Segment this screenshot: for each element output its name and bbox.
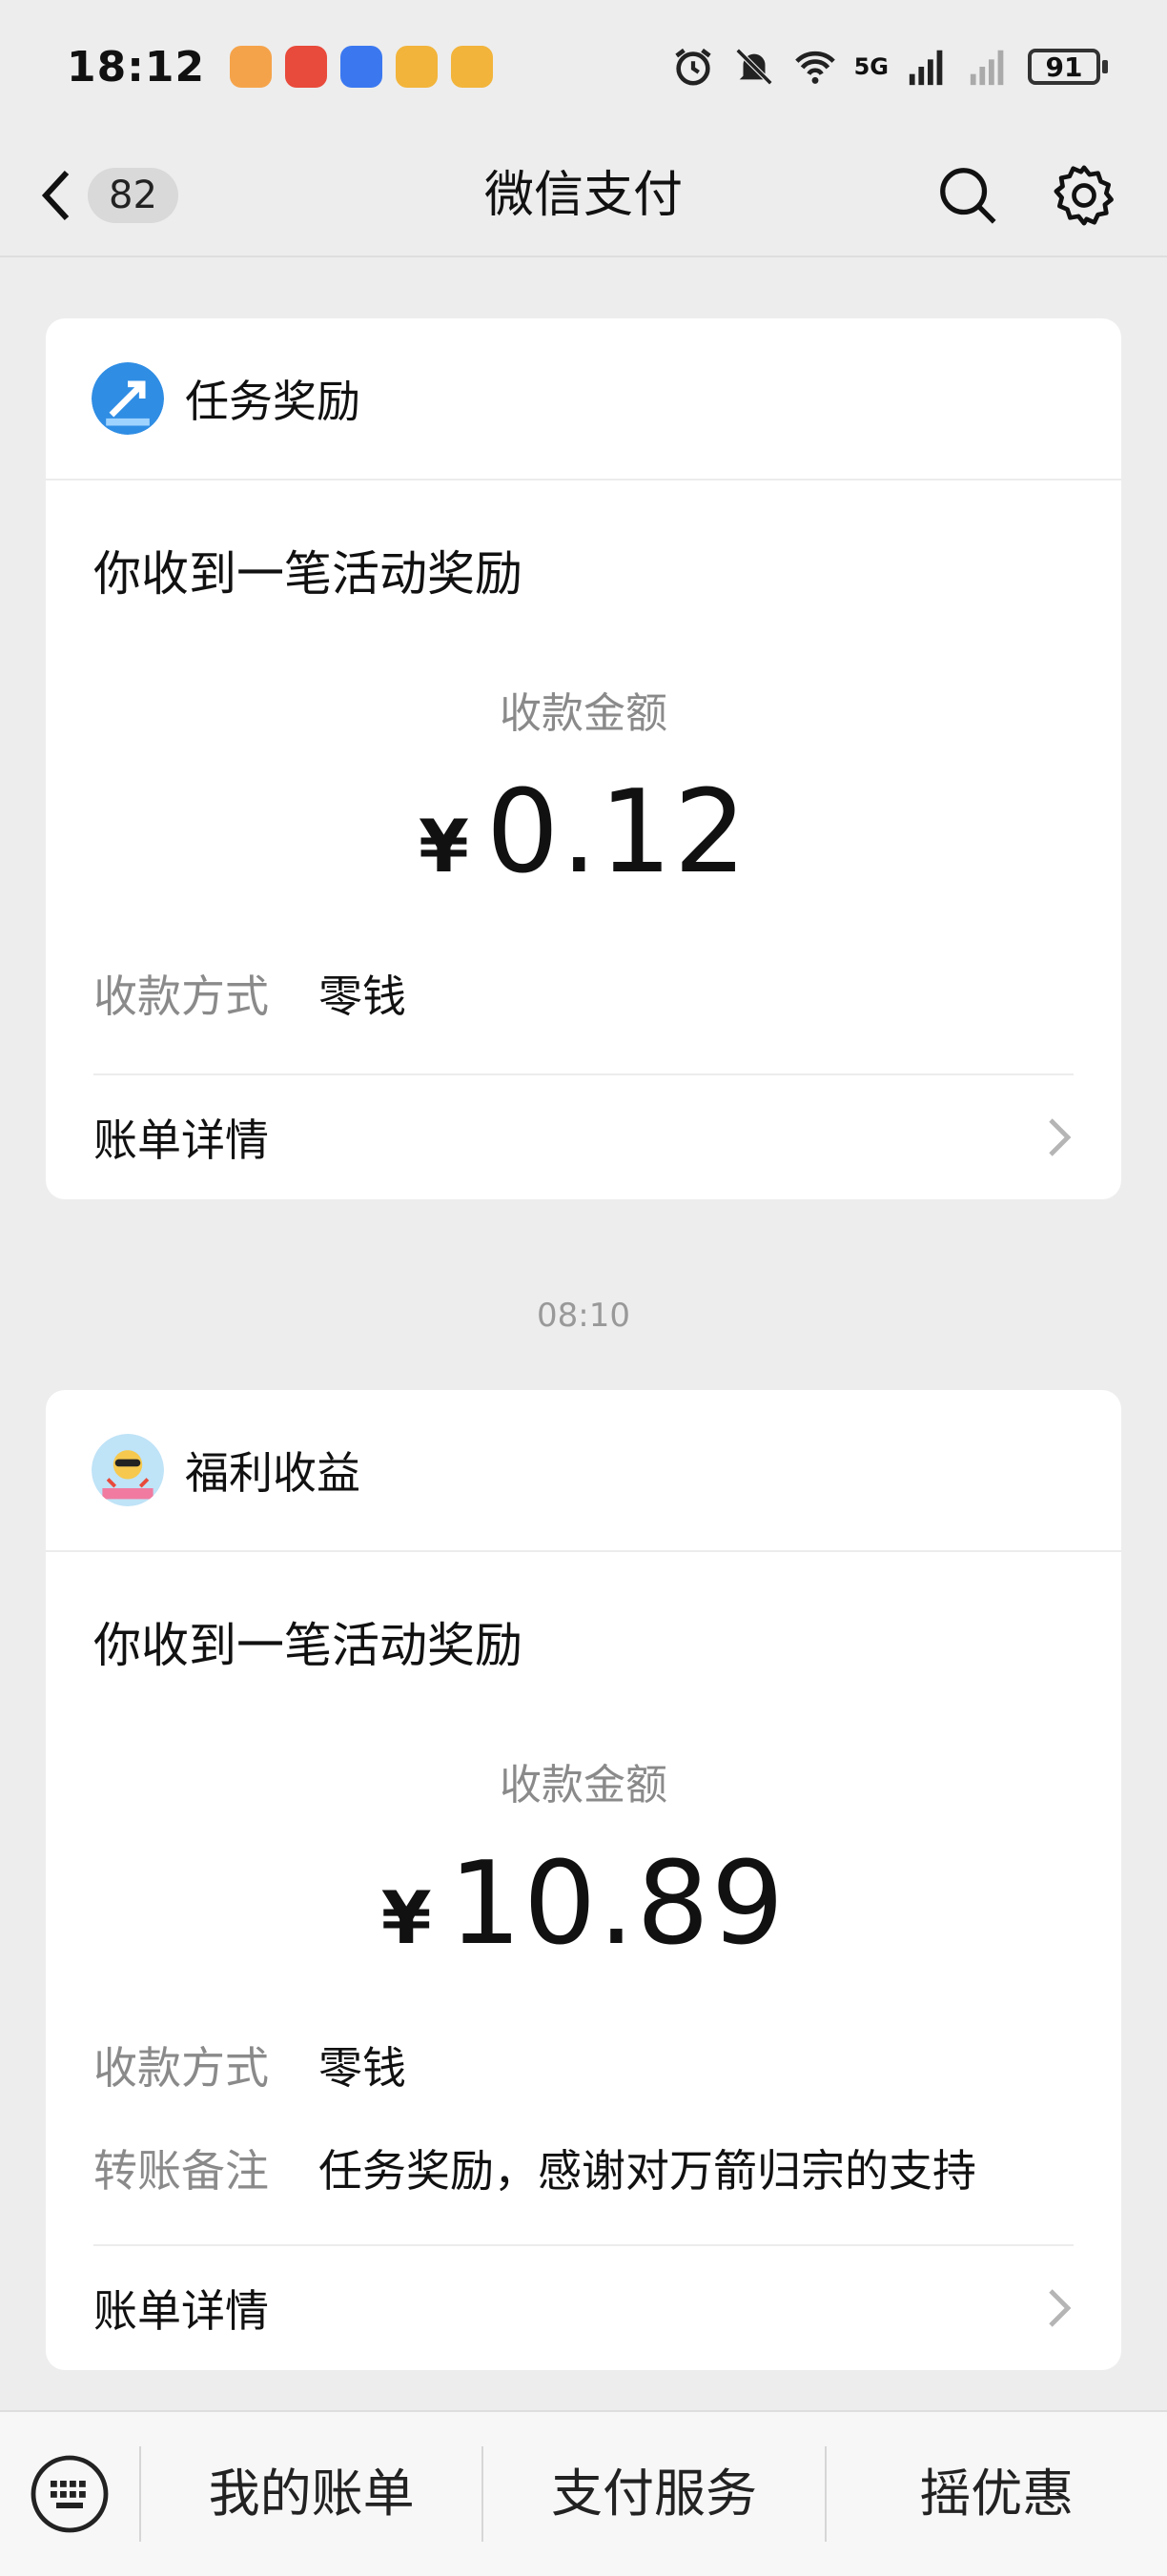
bottom-menu-bar: 我的账单 支付服务 摇优惠 <box>0 2410 1167 2576</box>
info-value: 零钱 <box>318 971 406 1022</box>
keyboard-icon <box>31 2455 109 2533</box>
bill-detail-link[interactable]: 账单详情 <box>93 1073 1074 1199</box>
amount: ¥10.89 <box>46 1848 1121 1995</box>
status-right: 5G 91 <box>671 45 1108 89</box>
welfare-avatar-icon <box>92 1434 164 1506</box>
status-left: 18:12 <box>67 42 494 92</box>
info-label: 收款方式 <box>93 971 269 1022</box>
status-time: 18:12 <box>67 42 206 92</box>
status-bar: 18:12 5G 91 <box>0 0 1167 133</box>
task-reward-avatar-icon <box>92 362 164 435</box>
chevron-right-icon <box>1049 1118 1072 1156</box>
info-label: 收款方式 <box>93 2042 269 2094</box>
header: 82 微信支付 <box>0 133 1167 257</box>
wifi-icon <box>794 51 835 84</box>
alarm-icon <box>674 48 711 86</box>
bill-detail-link[interactable]: 账单详情 <box>93 2244 1074 2370</box>
sender-name: 任务奖励 <box>185 376 360 427</box>
sender-name: 福利收益 <box>185 1447 360 1499</box>
menu-my-bills[interactable]: 我的账单 <box>141 2412 481 2576</box>
menu-shake-offers[interactable]: 摇优惠 <box>827 2412 1167 2576</box>
notice-title: 你收到一笔活动奖励 <box>93 1618 522 1673</box>
amount-value: 0.12 <box>485 767 749 899</box>
network-type: 5G <box>853 53 889 80</box>
currency-symbol: ¥ <box>380 1875 432 1960</box>
signal-icon <box>909 50 943 86</box>
payment-card[interactable]: 福利收益 你收到一笔活动奖励 收款金额 ¥10.89 收款方式 零钱 转账备注 … <box>46 1390 1121 2370</box>
card-header: 福利收益 <box>46 1390 1121 1552</box>
keyboard-toggle-button[interactable] <box>0 2412 139 2576</box>
gear-icon[interactable] <box>1051 162 1117 229</box>
flower-app-icon <box>340 46 383 88</box>
payment-card[interactable]: 任务奖励 你收到一笔活动奖励 收款金额 ¥0.12 收款方式 零钱 账单详情 <box>46 318 1121 1199</box>
amount: ¥0.12 <box>46 776 1121 924</box>
time-separator: 08:10 <box>537 1297 630 1335</box>
info-row: 转账备注 任务奖励，感谢对万箭归宗的支持 <box>46 2136 1121 2199</box>
search-icon[interactable] <box>934 162 1001 229</box>
card-header: 任务奖励 <box>46 318 1121 480</box>
menu-payment-services[interactable]: 支付服务 <box>483 2412 824 2576</box>
info-value: 零钱 <box>318 2042 406 2094</box>
signal-weak-icon <box>970 50 1004 86</box>
amount-label: 收款金额 <box>500 689 667 738</box>
amount-label: 收款金额 <box>500 1761 667 1809</box>
notice-title: 你收到一笔活动奖励 <box>93 546 522 602</box>
chevron-right-icon <box>1049 2289 1072 2327</box>
amount-value: 10.89 <box>448 1838 787 1971</box>
mascot-app-icon <box>285 46 328 88</box>
heart-app-icon <box>230 46 273 88</box>
currency-symbol: ¥ <box>418 804 469 889</box>
info-row: 收款方式 零钱 <box>46 2034 1121 2096</box>
info-row: 收款方式 零钱 <box>46 962 1121 1025</box>
info-value: 任务奖励，感谢对万箭归宗的支持 <box>318 2145 976 2197</box>
battery-indicator: 91 <box>1028 49 1108 85</box>
mute-bell-icon <box>735 48 772 86</box>
weibo-app-icon <box>396 46 439 88</box>
detail-label: 账单详情 <box>93 1114 269 1166</box>
detail-label: 账单详情 <box>93 2285 269 2337</box>
info-label: 转账备注 <box>93 2145 269 2197</box>
weibo-lite-app-icon <box>451 46 494 88</box>
